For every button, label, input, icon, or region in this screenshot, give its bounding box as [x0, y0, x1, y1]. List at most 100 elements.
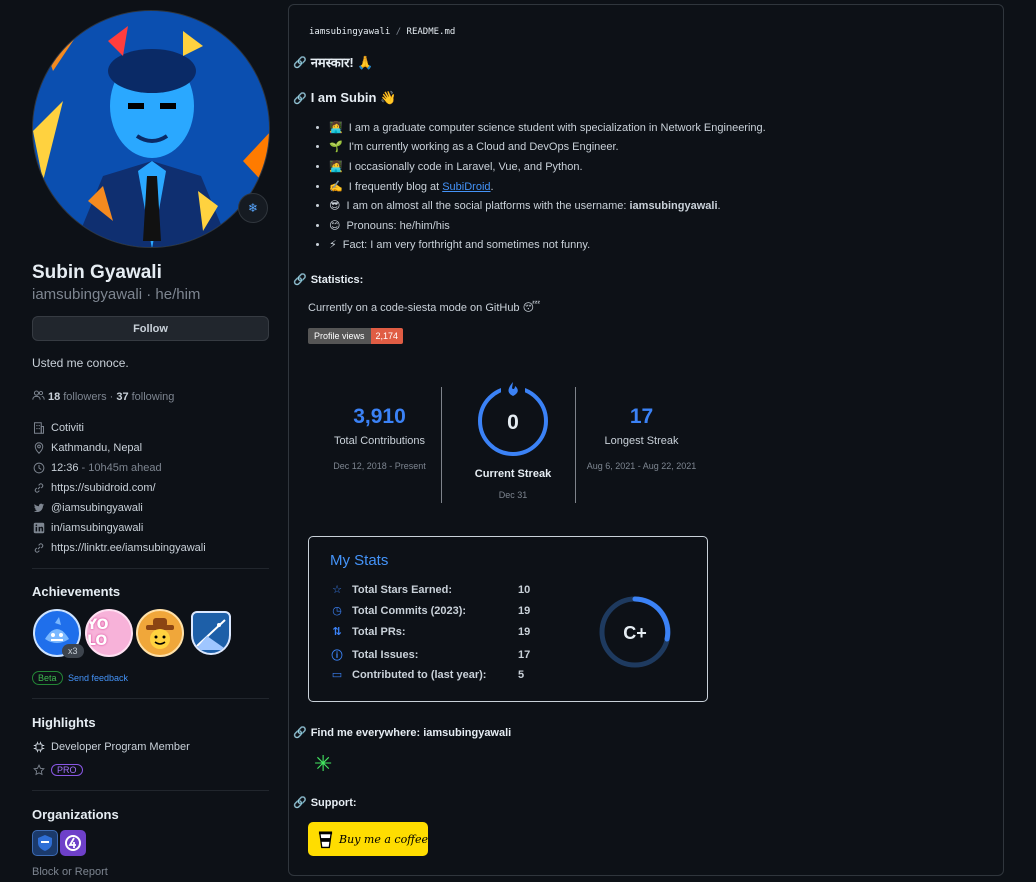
linktree-icon[interactable]: ✳: [314, 751, 332, 777]
achievement-cowboy-badge[interactable]: [136, 609, 184, 657]
list-item-text: I frequently blog at: [348, 180, 440, 193]
twitter-row: @iamsubingyawali: [32, 501, 143, 514]
breadcrumb-file[interactable]: README.md: [407, 27, 456, 37]
stats-row-value: 17: [518, 649, 531, 661]
followers-label[interactable]: followers: [63, 391, 106, 403]
twitter-handle[interactable]: @iamsubingyawali: [51, 502, 143, 514]
intro-text: I am Subin 👋: [310, 90, 397, 105]
list-item-text: Pronouns: he/him/his: [346, 219, 450, 232]
profile-avatar[interactable]: [32, 10, 270, 248]
list-item-emoji: 😎: [329, 200, 341, 212]
star-icon: ☆: [332, 584, 342, 596]
yolo-icon: YO LO: [87, 617, 109, 649]
star-icon: [32, 763, 45, 776]
cpu-icon: [32, 740, 45, 753]
developer-program-row: Developer Program Member: [32, 740, 190, 753]
current-streak-label: Current Streak: [474, 468, 552, 480]
pull-request-icon: ⇅: [332, 626, 342, 638]
statistics-heading: 🔗 Statistics:: [293, 273, 364, 287]
organization-avatar-1[interactable]: [32, 830, 58, 856]
statistics-text: Statistics:: [310, 273, 364, 286]
subidroid-link[interactable]: SubiDroid: [442, 181, 490, 193]
stats-row-label: Total Issues:: [352, 649, 419, 661]
total-contributions-range: Dec 12, 2018 - Present: [333, 461, 426, 471]
avatar-image: [33, 11, 269, 247]
follow-button[interactable]: Follow: [32, 316, 269, 341]
block-or-report-link[interactable]: Block or Report: [32, 866, 108, 878]
send-feedback-link[interactable]: Send feedback: [68, 673, 128, 683]
stats-row-label: Total Stars Earned:: [352, 583, 453, 596]
stats-row-value: 10: [518, 583, 531, 596]
anchor-link-icon[interactable]: 🔗: [293, 56, 307, 69]
bullet: [316, 224, 319, 227]
list-item: 🧑‍💻 I occasionally code in Laravel, Vue,…: [316, 160, 583, 173]
stats-row: ☆ Total Stars Earned: 10: [330, 583, 531, 597]
bullet: [316, 165, 319, 168]
achievement-arctic-badge[interactable]: [191, 611, 231, 655]
anchor-link-icon[interactable]: 🔗: [293, 92, 307, 105]
local-time: 12:36: [51, 461, 79, 474]
buy-me-a-coffee-button[interactable]: Buy me a coffee: [308, 822, 428, 856]
list-item: 🌱 I'm currently working as a Cloud and D…: [316, 140, 619, 153]
achievements-title: Achievements: [32, 584, 121, 599]
linktree-link[interactable]: https://linktr.ee/iamsubingyawali: [51, 542, 206, 554]
organization-avatar-2[interactable]: [60, 830, 86, 856]
streak-stats-card[interactable]: 3,910 Total Contributions Dec 12, 2018 -…: [308, 381, 738, 511]
divider: [441, 387, 442, 503]
list-item: ✍️ I frequently blog at SubiDroid.: [316, 180, 494, 193]
stats-row-label: Total PRs:: [352, 625, 406, 638]
stats-row: ◷ Total Commits (2023): 19: [330, 604, 530, 618]
divider: [32, 568, 269, 569]
status-snowflake-icon[interactable]: ❄: [238, 193, 268, 223]
profile-views-badge: Profile views 2,174: [308, 328, 404, 344]
anchor-link-icon[interactable]: 🔗: [293, 726, 307, 739]
list-item-emoji: 😊: [329, 220, 341, 232]
developer-program-label[interactable]: Developer Program Member: [51, 741, 190, 753]
find-me-text: Find me everywhere: iamsubingyawali: [310, 726, 512, 739]
building-icon: [32, 421, 45, 434]
following-label[interactable]: following: [132, 391, 175, 403]
github-stats-card[interactable]: My Stats ☆ Total Stars Earned: 10 ◷ Tota…: [308, 536, 708, 702]
followers-count[interactable]: 18: [48, 391, 60, 403]
highlights-title: Highlights: [32, 715, 96, 730]
pro-row: PRO: [32, 763, 83, 776]
clock-icon: [32, 461, 45, 474]
support-heading: 🔗 Support:: [293, 796, 357, 810]
company-row: Cotiviti: [32, 421, 84, 434]
linktree-row: https://linktr.ee/iamsubingyawali: [32, 541, 206, 554]
bullet: [316, 145, 319, 148]
linkedin-handle[interactable]: in/iamsubingyawali: [51, 522, 143, 534]
stats-row-label: Total Commits (2023):: [352, 604, 467, 617]
coffee-label: Buy me a coffee: [339, 832, 428, 846]
current-streak-column: 0 Current Streak Dec 31: [451, 381, 575, 500]
current-streak-value: 0: [507, 411, 519, 434]
following-count[interactable]: 37: [116, 391, 128, 403]
list-item-emoji: ⚡: [329, 239, 337, 251]
anchor-link-icon[interactable]: 🔗: [293, 796, 307, 809]
longest-streak-label: Longest Streak: [604, 435, 679, 447]
achievement-yolo-badge[interactable]: YO LO: [85, 609, 133, 657]
list-item: 😊 Pronouns: he/him/his: [316, 219, 450, 232]
breadcrumb-user[interactable]: iamsubingyawali: [309, 27, 390, 37]
time-row: 12:36 - 10h45m ahead: [32, 461, 162, 474]
profile-views-label: Profile views: [308, 328, 371, 344]
profile-name: Subin Gyawali: [32, 262, 162, 283]
current-streak-ring: 0: [478, 381, 548, 456]
username-suffix: .: [717, 199, 721, 212]
follow-stats: 18 followers · 37 following: [32, 389, 174, 405]
greeting-heading: 🔗 नमस्कार! 🙏: [293, 53, 374, 71]
stats-row: ⓘ Total Issues: 17: [330, 647, 531, 663]
stats-row: ⇅ Total PRs: 19: [330, 625, 530, 639]
intro-heading: 🔗 I am Subin 👋: [293, 90, 396, 106]
divider: [32, 698, 269, 699]
anchor-link-icon[interactable]: 🔗: [293, 273, 307, 286]
website-link[interactable]: https://subidroid.com/: [51, 482, 156, 494]
blog-suffix: .: [490, 180, 494, 193]
issue-icon: ⓘ: [331, 650, 343, 662]
coffee-cup-icon: [318, 831, 333, 849]
profile-views-count: 2,174: [370, 328, 404, 344]
list-item-text: I am a graduate computer science student…: [348, 121, 766, 134]
list-item-text: I am on almost all the social platforms …: [346, 199, 627, 212]
my-stats-title: My Stats: [330, 552, 389, 569]
total-contributions-value: 3,910: [353, 405, 406, 428]
